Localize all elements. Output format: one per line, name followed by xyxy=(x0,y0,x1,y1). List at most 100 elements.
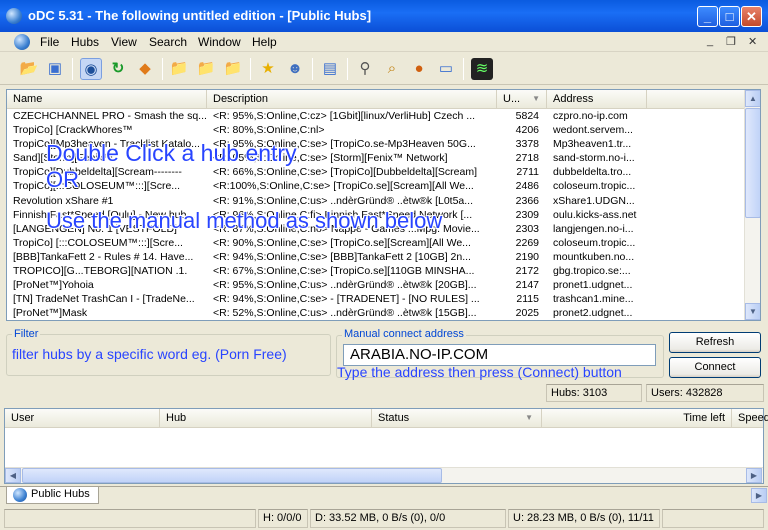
mdi-restore-button[interactable]: ❐ xyxy=(726,35,736,48)
toolbar-separator xyxy=(312,58,313,80)
minimize-button[interactable]: _ xyxy=(697,6,718,27)
column-hub[interactable]: Hub xyxy=(160,409,372,428)
hub-address-cell: oulu.kicks-ass.net xyxy=(553,208,637,221)
favorites-icon[interactable]: ◆ xyxy=(134,58,156,80)
tab-scroll-button[interactable]: ▶ xyxy=(751,488,767,503)
table-row[interactable]: [ProNet™]Mask <R: 52%,S:Online,C:us> ..nd… xyxy=(7,306,745,320)
column-speed[interactable]: Speed xyxy=(732,409,768,428)
hub-address-cell: gbg.tropico.se:... xyxy=(553,265,631,278)
network-icon[interactable]: ● xyxy=(408,58,430,80)
column-status-label: Status xyxy=(378,412,410,424)
open-list-icon[interactable]: ▣ xyxy=(44,58,66,80)
table-row[interactable]: CZECHCHANNEL PRO - Smash the sq... <R: 95… xyxy=(7,109,745,123)
folder-icon[interactable]: 📁 xyxy=(195,58,217,80)
mdi-child-icon[interactable] xyxy=(14,34,30,50)
hub-address-cell: langjengen.no-i... xyxy=(553,222,634,235)
table-row[interactable]: TropiCo] [:::COLOSEUM™:::][Scre... <R: 90… xyxy=(7,236,745,250)
status-main xyxy=(4,509,256,528)
hub-description-cell: <R: 67%,S:Online,C:se> [TropiCo.se][110G… xyxy=(213,265,475,278)
app-icon[interactable] xyxy=(6,8,22,24)
hub-address-cell: coloseum.tropic... xyxy=(553,180,636,193)
tab-label: Public Hubs xyxy=(31,488,90,500)
menu-hubs[interactable]: Hubs xyxy=(71,35,99,49)
sort-down-icon: ▼ xyxy=(532,94,540,103)
hub-name-cell: TROPICO][G...TEBORG][NATION .1. xyxy=(13,265,188,278)
mdi-minimize-button[interactable]: _ xyxy=(707,35,713,47)
close-button[interactable]: ✕ xyxy=(741,6,762,27)
stats-icon[interactable]: ≋ xyxy=(471,58,493,80)
hub-name-cell: CZECHCHANNEL PRO - Smash the sq... xyxy=(13,110,207,122)
toolbar-separator xyxy=(347,58,348,80)
notepad-icon[interactable]: ▤ xyxy=(319,58,341,80)
hub-address-cell: pronet1.udgnet... xyxy=(553,279,633,292)
hub-users-cell: 2001 xyxy=(503,320,539,321)
search-icon[interactable]: ⚲ xyxy=(354,58,376,80)
scroll-up-button[interactable]: ▲ xyxy=(745,90,760,107)
folder-icon[interactable]: 📁 xyxy=(168,58,190,80)
hub-address-cell: Mp3heaven1.tr... xyxy=(553,138,632,151)
hub-description-cell: <R: 91%,S:Online,C:us> ..ndèrGründ® ..èt… xyxy=(213,194,474,207)
table-row[interactable]: TropiCo] [CrackWhores™ <R: 80%,S:Online,C… xyxy=(7,123,745,137)
star-icon[interactable]: ★ xyxy=(257,58,279,80)
maximize-button[interactable]: □ xyxy=(719,6,740,27)
table-row[interactable]: [TN] TradeNet TrashCan I - [TradeNe... <R… xyxy=(7,292,745,306)
column-users[interactable]: U... ▼ xyxy=(497,90,547,109)
table-row[interactable]: [BBB]TankaFett 2 - Rules # 14. Have... <R… xyxy=(7,250,745,264)
hub-list[interactable]: Name Description U... ▼ Address CZECHCHAN… xyxy=(6,89,761,321)
folder-icon[interactable]: 📁 xyxy=(222,58,244,80)
column-time-left[interactable]: Time left xyxy=(542,409,732,428)
table-row[interactable]: TropiCo][:::COLOSEUM™:::][Scre... <R:100%… xyxy=(7,179,745,193)
menu-file[interactable]: File xyxy=(40,35,59,49)
hub-address-cell: kristal.tropic... xyxy=(553,320,647,321)
column-name[interactable]: Name xyxy=(7,90,207,109)
public-hubs-icon xyxy=(13,488,27,502)
column-description[interactable]: Description xyxy=(207,90,497,109)
toolbar-separator xyxy=(250,58,251,80)
table-row[interactable]: TROPICO][KRYSTAL][RUSH... <R: 90%,S:Onlin… xyxy=(7,320,745,321)
hub-description-cell: <R: 52%,S:Online,C:us> ..ndèrGründ® ..èt… xyxy=(213,307,477,320)
manual-address-input[interactable]: ARABIA.NO-IP.COM xyxy=(343,344,656,366)
menu-bar: File Hubs View Search Window Help _ ❐ ✕ xyxy=(0,32,768,52)
toolbar: 📂 ▣ ◉ ↻ ◆ 📁 📁 📁 ★ ☻ ▤ ⚲ ⌕ ● ▭ ≋ xyxy=(0,53,768,85)
menu-help[interactable]: Help xyxy=(252,35,277,49)
hub-address-cell: wedont.servem... xyxy=(553,124,633,137)
hub-users-cell: 2303 xyxy=(515,222,539,235)
scroll-right-button[interactable]: ▶ xyxy=(746,468,762,483)
hub-name-cell: TropiCo] [:::COLOSEUM™:::][Scre... xyxy=(13,236,183,249)
scroll-down-button[interactable]: ▼ xyxy=(745,303,760,320)
table-row[interactable]: Revolution xShare #1 <R: 91%,S:Online,C:u… xyxy=(7,194,745,208)
open-folder-icon[interactable]: 📂 xyxy=(18,58,40,80)
table-row[interactable]: [ProNet™]Yohoia <R: 95%,S:Online,C:us> ..… xyxy=(7,278,745,292)
column-user[interactable]: User xyxy=(5,409,160,428)
table-row[interactable]: TropiCo][Dubbeldelta][Scream-------- <R: … xyxy=(7,165,745,179)
manual-connect-hint: Type the address then press (Connect) bu… xyxy=(337,364,622,380)
mdi-close-button[interactable]: ✕ xyxy=(748,35,757,48)
tab-public-hubs[interactable]: Public Hubs xyxy=(6,487,99,504)
menu-view[interactable]: View xyxy=(111,35,137,49)
transfer-list[interactable]: User Hub Status ▼ Time left Speed ◀ ▶ xyxy=(4,408,768,484)
scroll-left-button[interactable]: ◀ xyxy=(5,468,21,483)
public-hubs-icon[interactable]: ◉ xyxy=(80,58,102,80)
horizontal-scrollbar[interactable]: ◀ ▶ xyxy=(5,467,763,483)
filter-label: Filter xyxy=(12,328,41,340)
hub-name-cell: Revolution xShare #1 xyxy=(13,194,114,207)
hub-name-cell: TROPICO][KRYSTAL][RUSH... xyxy=(13,320,207,321)
reconnect-icon[interactable]: ↻ xyxy=(107,58,129,80)
hub-description-cell: <R:100%,S:Online,C:se> [TropiCo.se][Scre… xyxy=(213,180,474,193)
horizontal-scroll-thumb[interactable] xyxy=(22,468,442,483)
vertical-scrollbar[interactable]: ▲ ▼ xyxy=(744,90,760,320)
scroll-thumb[interactable] xyxy=(745,108,760,218)
users-icon[interactable]: ☻ xyxy=(284,58,306,80)
status-upload: U: 28.23 MB, 0 B/s (0), 11/11 xyxy=(508,509,660,528)
search-spy-icon[interactable]: ⌕ xyxy=(381,58,403,80)
refresh-button[interactable]: Refresh xyxy=(669,332,761,353)
column-address[interactable]: Address xyxy=(547,90,647,109)
menu-search[interactable]: Search xyxy=(149,35,187,49)
table-row[interactable]: TROPICO][G...TEBORG][NATION .1. <R: 67%,S… xyxy=(7,264,745,278)
menu-window[interactable]: Window xyxy=(198,35,241,49)
message-icon[interactable]: ▭ xyxy=(435,58,457,80)
hub-description-cell: <R: 94%,S:Online,C:se> [BBB]TankaFett 2 … xyxy=(213,250,471,263)
connect-button[interactable]: Connect xyxy=(669,357,761,378)
column-status[interactable]: Status ▼ xyxy=(372,409,542,428)
hub-description-cell: <R: 95%,S:Online,C:us> ..ndèrGründ® ..èt… xyxy=(213,279,477,292)
